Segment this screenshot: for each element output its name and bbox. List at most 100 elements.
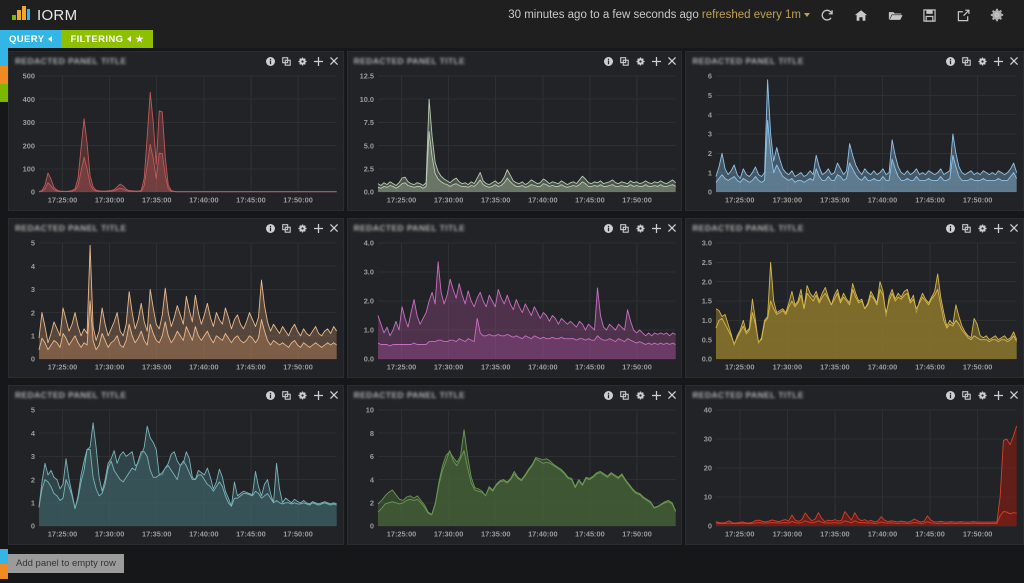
move-icon[interactable] [652,390,662,400]
gear-icon[interactable] [298,223,307,233]
save-icon[interactable] [912,0,946,30]
refresh-icon[interactable] [810,0,844,30]
move-icon[interactable] [652,223,662,233]
panel-p6[interactable]: REDACTED PANEL TITLE 0.0 0.5 1.0 1.5 2.0 2.5 3… [685,218,1024,378]
move-icon[interactable] [652,56,662,66]
close-icon[interactable] [668,391,677,399]
duplicate-icon[interactable] [620,223,630,233]
svg-text:2: 2 [708,149,712,158]
svg-text:2: 2 [31,308,35,317]
gear-icon[interactable] [298,390,307,400]
panel-p1[interactable]: REDACTED PANEL TITLE 0 100 200 300 400 500 17:… [8,51,344,211]
timeseries-chart[interactable]: 0 1 2 3 4 5 17:25:00 17:30:00 17:35:00 17:40:00 17… [9,402,343,544]
svg-text:3: 3 [31,452,35,461]
time-range-picker[interactable]: 30 minutes ago to a few seconds ago refr… [508,9,810,21]
duplicate-icon[interactable] [620,56,630,66]
timeseries-chart[interactable]: 0.0 0.5 1.0 1.5 2.0 2.5 3.0 17:25:00 17:30:00 17:… [686,235,1023,377]
timeseries-chart[interactable]: 0 1 2 3 4 5 6 17:25:00 17:30:00 17:35:00 17:40:00 1… [686,68,1023,210]
svg-text:17:25:00: 17:25:00 [48,362,78,371]
timeseries-chart[interactable]: 0 1 2 3 4 5 17:25:00 17:30:00 17:35:00 17:40:00 17… [9,235,343,377]
svg-text:1.0: 1.0 [363,326,373,335]
info-icon[interactable] [946,390,955,400]
row-marker-orange[interactable] [0,564,8,579]
panel-p5[interactable]: REDACTED PANEL TITLE 0.0 1.0 2.0 3.0 4.0 17:2… [346,218,683,378]
close-icon[interactable] [668,224,677,232]
info-icon[interactable] [946,223,955,233]
svg-text:17:50:00: 17:50:00 [963,529,993,538]
move-icon[interactable] [313,390,323,400]
folder-open-icon[interactable] [878,0,912,30]
close-icon[interactable] [668,57,677,65]
row-marker-orange[interactable] [0,66,8,84]
duplicate-icon[interactable] [281,56,291,66]
svg-text:17:35:00: 17:35:00 [481,529,511,538]
brand[interactable]: IORM [12,5,77,25]
dashboard-row-1: REDACTED PANEL TITLE 0 100 200 300 400 500 17:… [0,48,1024,214]
tab-query[interactable]: QUERY [0,30,62,48]
info-icon[interactable] [265,223,275,233]
move-icon[interactable] [994,56,1003,66]
timeseries-chart[interactable]: 0 100 200 300 400 500 17:25:00 17:30:00 17:35:00… [9,68,343,210]
info-icon[interactable] [604,223,614,233]
close-icon[interactable] [1010,57,1018,65]
svg-text:0: 0 [31,188,35,197]
panel-header: REDACTED PANEL TITLE [9,386,343,402]
gear-icon[interactable] [978,223,987,233]
info-icon[interactable] [265,390,275,400]
row-marker-blue[interactable] [0,48,8,66]
move-icon[interactable] [313,56,323,66]
duplicate-icon[interactable] [962,390,971,400]
panel-title: REDACTED PANEL TITLE [692,390,804,400]
star-icon[interactable]: ★ [135,34,143,44]
duplicate-icon[interactable] [281,390,291,400]
svg-text:17:50:00: 17:50:00 [283,195,313,204]
svg-text:17:50:00: 17:50:00 [283,362,313,371]
move-icon[interactable] [313,223,323,233]
gear-icon[interactable] [298,56,307,66]
move-icon[interactable] [994,223,1003,233]
duplicate-icon[interactable] [962,56,971,66]
close-icon[interactable] [329,224,338,232]
panel-p2[interactable]: REDACTED PANEL TITLE 0.0 2.5 5.0 7.5 10.0 12.… [346,51,683,211]
svg-text:17:45:00: 17:45:00 [236,529,266,538]
info-icon[interactable] [265,56,275,66]
timeseries-chart[interactable]: 0 10 20 30 40 17:25:00 17:30:00 17:35:00 17:40:0… [686,402,1023,544]
info-icon[interactable] [604,56,614,66]
timeseries-chart[interactable]: 0 2 4 6 8 10 17:25:00 17:30:00 17:35:00 17:40:00 1… [348,402,682,544]
panel-p3[interactable]: REDACTED PANEL TITLE 0 1 2 3 4 5 6 17:25:00 17:3… [685,51,1024,211]
panel-p8[interactable]: REDACTED PANEL TITLE 0 2 4 6 8 10 17:25:00 17:3… [346,385,683,545]
duplicate-icon[interactable] [620,390,630,400]
close-icon[interactable] [329,57,338,65]
duplicate-icon[interactable] [281,223,291,233]
tab-filtering[interactable]: FILTERING ★ [61,30,153,48]
svg-text:200: 200 [23,141,35,150]
panel-p4[interactable]: REDACTED PANEL TITLE 0 1 2 3 4 5 17:25:00 17:30… [8,218,344,378]
info-icon[interactable] [946,56,955,66]
gear-icon[interactable] [636,56,645,66]
duplicate-icon[interactable] [962,223,971,233]
close-icon[interactable] [1010,224,1018,232]
svg-text:17:40:00: 17:40:00 [528,362,558,371]
add-panel-button[interactable]: Add panel to empty row [8,554,124,573]
panel-p9[interactable]: REDACTED PANEL TITLE 0 10 20 30 40 17:25:00 17… [685,385,1024,545]
gear-icon[interactable] [978,56,987,66]
timeseries-chart[interactable]: 0.0 1.0 2.0 3.0 4.0 17:25:00 17:30:00 17:35:00 1… [348,235,682,377]
move-icon[interactable] [994,390,1003,400]
gear-icon[interactable] [978,390,987,400]
gear-icon[interactable] [636,390,645,400]
share-icon[interactable] [946,0,980,30]
row-2-markers [0,215,8,381]
gear-icon[interactable] [980,0,1014,30]
timeseries-chart[interactable]: 0.0 2.5 5.0 7.5 10.0 12.5 17:25:00 17:30:00 17:3… [348,68,682,210]
row-marker-green[interactable] [0,84,8,102]
svg-text:17:40:00: 17:40:00 [868,195,898,204]
close-icon[interactable] [329,391,338,399]
close-icon[interactable] [1010,391,1018,399]
home-icon[interactable] [844,0,878,30]
info-icon[interactable] [604,390,614,400]
gear-icon[interactable] [636,223,645,233]
panel-p7[interactable]: REDACTED PANEL TITLE 0 1 2 3 4 5 17:25:00 17:30… [8,385,344,545]
svg-text:5.0: 5.0 [363,141,373,150]
row-marker-blue[interactable] [0,549,8,564]
svg-text:1.5: 1.5 [702,297,712,306]
